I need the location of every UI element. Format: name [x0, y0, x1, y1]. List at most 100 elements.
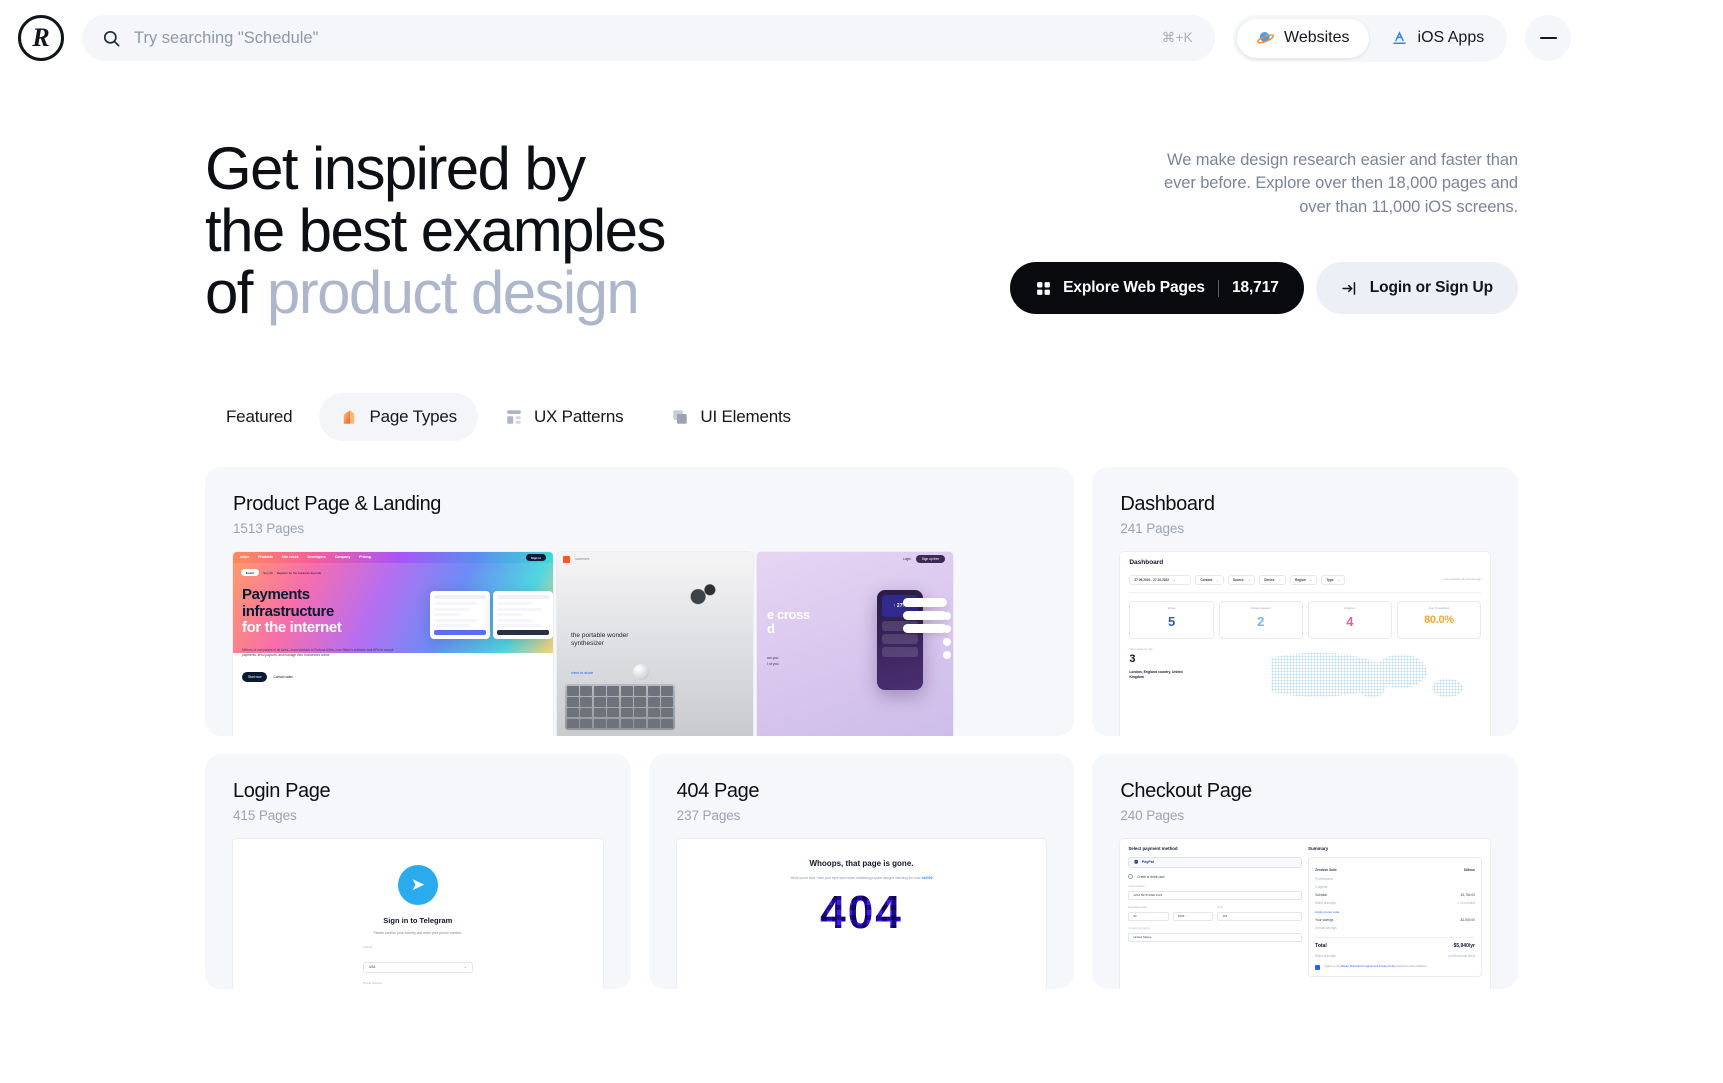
- thumbnail-strip: Dashboard 27.09.2022 - 27.10.2022 ⌄ Conte…: [1092, 552, 1518, 737]
- expiry-month-value: 02: [1133, 914, 1137, 919]
- stripe-signin: Sign in: [526, 554, 546, 562]
- tab-featured[interactable]: Featured: [205, 393, 313, 441]
- ux-patterns-icon: [507, 410, 521, 425]
- expiry-cvv-row: Expiration date 02 2026 CVV 123: [1128, 900, 1303, 921]
- purple-login: Login: [902, 556, 911, 561]
- tab-ui-elements[interactable]: UI Elements: [650, 393, 811, 441]
- explore-web-pages-count: 18,717: [1231, 279, 1279, 297]
- login-signup-button[interactable]: Login or Sign Up: [1315, 262, 1518, 315]
- expiry-year-input[interactable]: 2026: [1172, 911, 1214, 921]
- purple-subtext: ow you l of you: [767, 656, 853, 668]
- stripe-panels: [430, 591, 553, 640]
- synth-topbar: SUPPORT: [557, 552, 753, 567]
- registered-r-logo[interactable]: R: [18, 15, 64, 61]
- thumbnail-strip: Sign in to Telegram Please confirm your …: [205, 839, 631, 990]
- card-title: Product Page & Landing: [233, 493, 442, 516]
- terms-link-privacy[interactable]: Privacy Policy: [1379, 965, 1396, 968]
- plan-tier: Professional: [1315, 876, 1333, 881]
- card-number-label: Card number: [1128, 884, 1145, 889]
- tab-ux-patterns[interactable]: UX Patterns: [484, 393, 644, 441]
- synth-logo-square: [563, 555, 570, 563]
- world-map-dots: [1270, 645, 1481, 706]
- card-product-page-landing[interactable]: Product Page & Landing 1513 Pages stripe…: [205, 467, 1075, 737]
- filter-type[interactable]: Type ⌄: [1321, 575, 1346, 586]
- country-label: Country or region: [1128, 925, 1150, 930]
- segment-websites[interactable]: Websites: [1237, 18, 1369, 58]
- stripe-cta-primary: Start now: [242, 672, 268, 682]
- tab-featured-label: Featured: [226, 407, 293, 427]
- summary-savings-sub-row: Annual savings: [1315, 926, 1475, 930]
- filter-date-range[interactable]: 27.09.2022 - 27.10.2022 ⌄: [1129, 575, 1192, 586]
- country-select[interactable]: United States: [1128, 932, 1303, 942]
- promo-code-link[interactable]: Apply promo code: [1315, 910, 1475, 914]
- thumbnail-strip: Whoops, that page is gone. While you're …: [649, 839, 1075, 990]
- thumbnail-purple-mobile[interactable]: Login Sign up free e cross d ow you l of…: [757, 552, 953, 737]
- stat-card-views: Views 5: [1129, 601, 1214, 639]
- card-dashboard[interactable]: Dashboard 241 Pages Dashboard 27.09.2022…: [1092, 467, 1518, 737]
- planet-icon: [1257, 31, 1274, 43]
- card-number-input[interactable]: 1234 5678 9090 1124: [1128, 890, 1303, 900]
- filter-content[interactable]: Content ⌄: [1195, 575, 1224, 586]
- terms-checkbox-row[interactable]: I agree to the Master Subscription Agree…: [1315, 964, 1475, 970]
- card-option-radio[interactable]: Credit or debit card: [1128, 874, 1302, 880]
- cvv-label: CVV: [1217, 904, 1224, 909]
- stripe-event-date: Sep 20: [263, 570, 273, 575]
- hero-description: We make design research easier and faste…: [1164, 151, 1518, 216]
- synth-support-label: SUPPORT: [575, 557, 590, 562]
- synth-hero-image: the portable wonder synthesizer view in …: [557, 566, 753, 737]
- tab-page-types[interactable]: Page Types: [319, 393, 478, 442]
- thumbnail-checkout-page[interactable]: Select payment method 🅿 PayPal Credit or…: [1120, 839, 1490, 990]
- paypal-label: PayPal: [1141, 860, 1154, 865]
- summary-plan-row: Zendesk Suite $49/mo: [1315, 868, 1475, 872]
- app-header: R ⌘+K Websites iOS Apps: [0, 0, 1723, 76]
- dashboard-last-updated: Last updated: 22 seconds ago: [1443, 577, 1481, 582]
- thumbnail-telegram-login[interactable]: Sign in to Telegram Please confirm your …: [233, 839, 603, 990]
- hamburger-menu-button[interactable]: [1525, 15, 1572, 61]
- geo-city: London, England country, United Kingdom: [1129, 670, 1183, 679]
- search-bar[interactable]: ⌘+K: [82, 15, 1215, 61]
- card-checkout-page[interactable]: Checkout Page 240 Pages Select payment m…: [1092, 754, 1518, 990]
- thumbnail-dashboard[interactable]: Dashboard 27.09.2022 - 27.10.2022 ⌄ Conte…: [1120, 552, 1490, 737]
- stat-label: Finishes: [1344, 606, 1356, 611]
- filter-type-label: Type: [1326, 577, 1334, 582]
- dashboard-filters: 27.09.2022 - 27.10.2022 ⌄ Content ⌄ Source…: [1129, 575, 1481, 586]
- thumbnail-stripe-landing[interactable]: stripe Products Use cases Developers Com…: [233, 552, 553, 737]
- filter-region-label: Region: [1295, 577, 1306, 582]
- telegram-country-select[interactable]: USA ⌄: [362, 961, 473, 973]
- stat-card-unique-viewers: Unique viewers 2: [1218, 601, 1303, 639]
- stripe-event-badge: Event: [241, 569, 260, 577]
- terms-link-msa[interactable]: Master Subscription Agreement: [1341, 965, 1379, 968]
- filter-source[interactable]: Source ⌄: [1227, 575, 1256, 586]
- thumbnail-404-page[interactable]: Whoops, that page is gone. While you're …: [676, 839, 1047, 990]
- divider: [1129, 592, 1481, 594]
- stat-value: 2: [1257, 613, 1265, 629]
- stripe-ctas: Start now Contact sales: [242, 672, 293, 682]
- stripe-panel-right: [493, 591, 553, 640]
- cvv-input[interactable]: 123: [1217, 911, 1303, 921]
- segment-websites-label: Websites: [1284, 29, 1350, 46]
- card-login-page[interactable]: Login Page 415 Pages Sign in to Telegram…: [205, 754, 631, 990]
- checkout-right-title: Summary: [1308, 846, 1329, 852]
- stripe-nav-1: Use cases: [281, 555, 299, 560]
- synth-store-link[interactable]: view in store: [571, 670, 593, 675]
- card-404-page[interactable]: 404 Page 237 Pages Whoops, that page is …: [648, 754, 1075, 990]
- telegram-country-label: Country: [362, 944, 373, 949]
- stripe-event-text: Register for the business keynote: [276, 570, 322, 575]
- explore-web-pages-button[interactable]: Explore Web Pages 18,717: [1010, 262, 1304, 315]
- stripe-nav-2: Developers: [307, 555, 326, 560]
- tab-ux-patterns-label: UX Patterns: [533, 407, 624, 427]
- filter-region[interactable]: Region ⌄: [1290, 575, 1318, 586]
- error404-subtitle-text: While you're here, have your eyes open t…: [790, 876, 921, 881]
- card-count: 237 Pages: [676, 808, 741, 824]
- segment-ios-apps[interactable]: iOS Apps: [1371, 19, 1504, 58]
- paypal-option[interactable]: 🅿 PayPal: [1128, 857, 1303, 869]
- card-header: Product Page & Landing 1513 Pages: [205, 467, 1074, 552]
- expiry-month-input[interactable]: 02: [1128, 911, 1169, 921]
- card-header: Checkout Page 240 Pages: [1092, 754, 1518, 839]
- search-input[interactable]: [134, 28, 1149, 48]
- filter-device-label: Device: [1264, 577, 1275, 582]
- filter-device[interactable]: Device ⌄: [1259, 575, 1287, 586]
- filter-date-range-value: 27.09.2022 - 27.10.2022: [1134, 577, 1170, 582]
- card-option-label: Credit or debit card: [1137, 874, 1165, 879]
- thumbnail-synth-product[interactable]: SUPPORT the portable wonder synthesizer …: [557, 552, 753, 737]
